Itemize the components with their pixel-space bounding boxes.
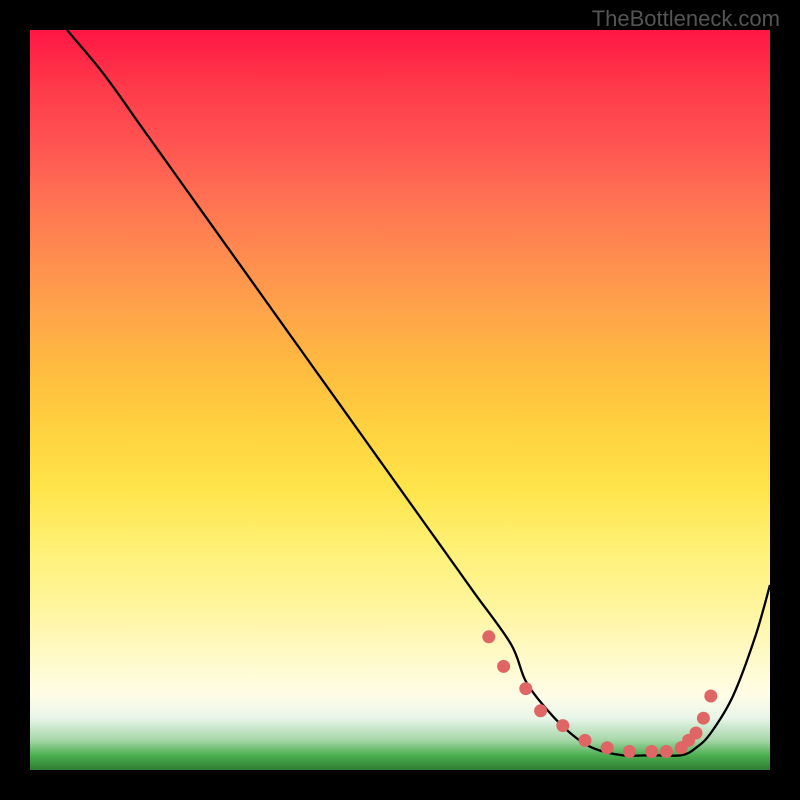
highlight-dot [579,734,592,747]
highlight-dot [623,745,636,758]
highlight-dot [497,660,510,673]
watermark-text: TheBottleneck.com [592,6,780,32]
highlight-dot [697,712,710,725]
highlight-dot [704,690,717,703]
chart-container [30,30,770,770]
highlight-dot [556,719,569,732]
bottleneck-curve-line [67,30,770,756]
highlight-dot [601,741,614,754]
highlight-dot [645,745,658,758]
highlight-dot [519,682,532,695]
highlight-dot [690,727,703,740]
curve-svg [30,30,770,770]
highlight-dot [660,745,673,758]
highlight-dot [534,704,547,717]
highlight-markers [482,630,717,758]
highlight-dot [482,630,495,643]
